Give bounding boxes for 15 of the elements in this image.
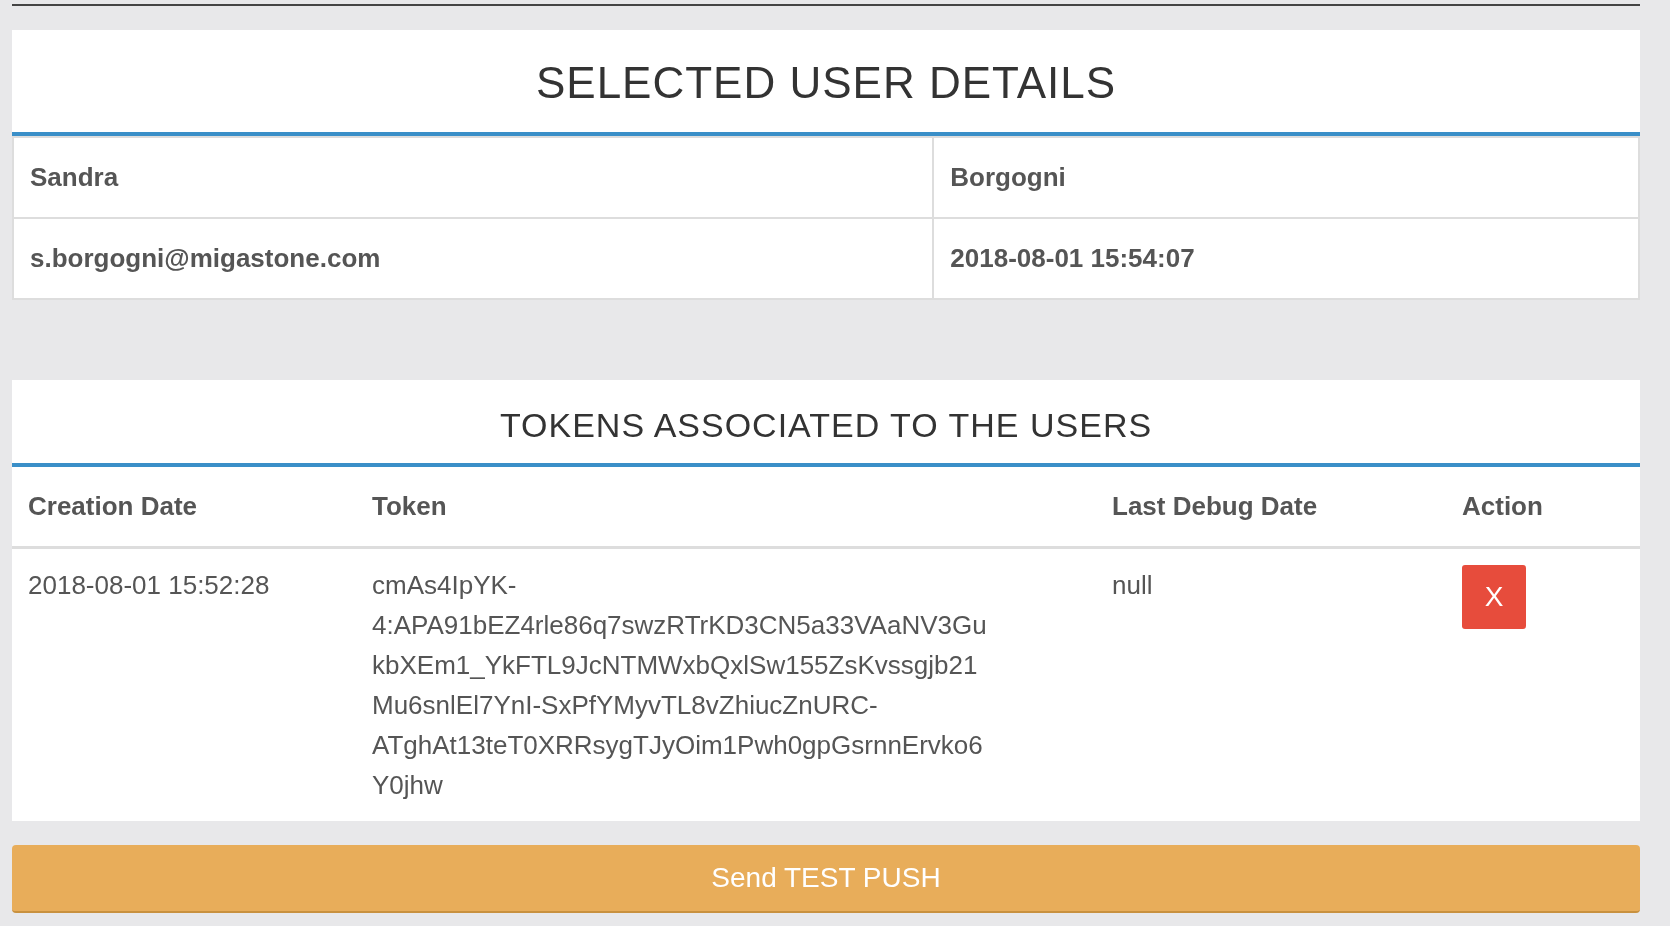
table-cell: 2018-08-01 15:52:28	[12, 547, 356, 821]
table-cell: s.borgogni@migastone.com	[13, 218, 934, 299]
token-text: cmAs4IpYK-4:APA91bEZ4rle86q7swzRTrKD3CN5a33VAaNV3GukbXEm1_YkFTL9JcNTMWxbQxlSw155ZsKvssgjb21Mu6snlEl7YnI-SxPfYMyvTL8vZhiucZnURC-ATghAt13teT0XRRsygTJyOim1Pwh0gpGsrnnErvko6Y0jhw	[372, 569, 988, 802]
panel-title: SELECTED USER DETAILS	[12, 30, 1640, 136]
table-cell: Borgogni	[933, 137, 1639, 218]
table-cell: 2018-08-01 15:54:07	[933, 218, 1639, 299]
column-header: Creation Date	[12, 467, 356, 548]
panel-title: TOKENS ASSOCIATED TO THE USERS	[12, 380, 1640, 467]
column-header: Token	[356, 467, 1096, 548]
table-cell: Sandra	[13, 137, 934, 218]
column-header: Action	[1446, 467, 1640, 548]
delete-button[interactable]: X	[1462, 565, 1526, 629]
column-header: Last Debug Date	[1096, 467, 1446, 548]
table-cell: null	[1096, 547, 1446, 821]
send-test-push-button[interactable]: Send TEST PUSH	[12, 845, 1640, 913]
